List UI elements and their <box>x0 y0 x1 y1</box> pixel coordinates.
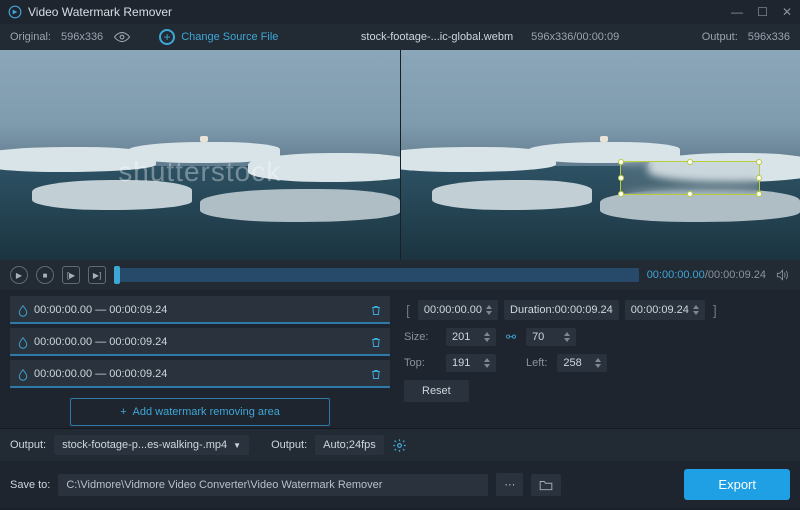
duration-end-input[interactable]: 00:00:09.24 <box>625 300 705 320</box>
bracket-left-icon[interactable]: [ <box>404 302 412 318</box>
preview-original: shutterstock <box>0 50 400 260</box>
stop-button[interactable]: ■ <box>36 266 54 284</box>
handle-top-left[interactable] <box>618 159 624 165</box>
spin-down[interactable] <box>486 311 492 315</box>
output-format-select[interactable]: Auto;24fps <box>315 435 384 455</box>
link-aspect-icon[interactable]: ⚯ <box>506 330 516 344</box>
area-item[interactable]: 00:00:00.00 — 00:00:09.24 <box>10 296 390 324</box>
topbar: Original: 596x336 + Change Source File s… <box>0 24 800 50</box>
spin-down[interactable] <box>595 364 601 368</box>
output-label: Output: <box>702 31 738 43</box>
titlebar: Video Watermark Remover — ☐ ✕ <box>0 0 800 24</box>
duration-length-input[interactable]: Duration:00:00:09.24 <box>504 300 619 320</box>
save-to-label: Save to: <box>10 479 50 491</box>
top-label: Top: <box>404 357 436 369</box>
player-controls: ▶ ■ [▶ ▶] 00:00:00.00/00:00:09.24 <box>0 260 800 290</box>
left-input[interactable]: 258 <box>557 354 607 372</box>
settings-row: 00:00:00.00 — 00:00:09.24 00:00:00.00 — … <box>0 290 800 428</box>
save-row: Save to: C:\Vidmore\Vidmore Video Conver… <box>0 461 800 508</box>
mark-out-button[interactable]: ▶] <box>88 266 106 284</box>
handle-top[interactable] <box>687 159 693 165</box>
handle-bottom[interactable] <box>687 191 693 197</box>
size-label: Size: <box>404 331 436 343</box>
drop-icon <box>18 337 28 347</box>
preview-output[interactable] <box>400 50 800 260</box>
height-input[interactable]: 70 <box>526 328 576 346</box>
size-row: Size: 201 ⚯ 70 <box>404 328 786 346</box>
duration-row: [ 00:00:00.00 Duration:00:00:09.24 00:00… <box>404 300 786 320</box>
spin-up[interactable] <box>486 305 492 309</box>
export-button[interactable]: Export <box>684 469 790 500</box>
spin-up[interactable] <box>693 305 699 309</box>
maximize-button[interactable]: ☐ <box>757 5 768 19</box>
selection-box[interactable] <box>620 161 760 195</box>
reset-button[interactable]: Reset <box>404 380 469 402</box>
area-list: 00:00:00.00 — 00:00:09.24 00:00:00.00 — … <box>10 296 390 426</box>
spin-up[interactable] <box>564 332 570 336</box>
app-logo-icon <box>8 5 22 19</box>
spin-down[interactable] <box>484 364 490 368</box>
duration-start-input[interactable]: 00:00:00.00 <box>418 300 498 320</box>
spin-down[interactable] <box>564 338 570 342</box>
timecode-total: 00:00:09.24 <box>708 269 766 281</box>
app-title: Video Watermark Remover <box>28 5 172 19</box>
output-row: Output: stock-footage-p...es-walking-.mp… <box>0 428 800 461</box>
drop-icon <box>18 369 28 379</box>
drop-icon <box>18 305 28 315</box>
browse-path-button[interactable]: ⋯ <box>496 473 523 496</box>
top-input[interactable]: 191 <box>446 354 496 372</box>
play-button[interactable]: ▶ <box>10 266 28 284</box>
mark-in-button[interactable]: [▶ <box>62 266 80 284</box>
output-filename-input[interactable]: stock-footage-p...es-walking-.mp4 ▼ <box>54 435 249 455</box>
timecode-current: 00:00:00.00 <box>647 269 705 281</box>
delete-area-button[interactable] <box>370 304 382 317</box>
area-params: [ 00:00:00.00 Duration:00:00:09.24 00:00… <box>400 296 790 426</box>
close-button[interactable]: ✕ <box>782 5 792 19</box>
save-path-input[interactable]: C:\Vidmore\Vidmore Video Converter\Video… <box>58 474 488 496</box>
original-label: Original: <box>10 31 51 43</box>
original-dims: 596x336 <box>61 31 103 43</box>
plus-icon: + <box>159 29 175 45</box>
watermark-text: shutterstock <box>118 156 281 188</box>
delete-area-button[interactable] <box>370 336 382 349</box>
output-dims: 596x336 <box>748 31 790 43</box>
output-file-label: Output: <box>10 439 46 451</box>
source-info: 596x336/00:00:09 <box>531 31 619 43</box>
handle-left[interactable] <box>618 175 624 181</box>
add-area-button[interactable]: + Add watermark removing area <box>70 398 330 426</box>
position-row: Top: 191 Left: 258 <box>404 354 786 372</box>
volume-icon[interactable] <box>774 268 790 282</box>
open-folder-button[interactable] <box>531 474 561 496</box>
spin-down[interactable] <box>693 311 699 315</box>
add-area-label: Add watermark removing area <box>133 406 280 418</box>
minimize-button[interactable]: — <box>731 5 743 19</box>
preview-toggle-icon[interactable] <box>113 31 131 43</box>
spin-up[interactable] <box>484 358 490 362</box>
timecode: 00:00:00.00/00:00:09.24 <box>647 269 766 281</box>
spin-up[interactable] <box>595 358 601 362</box>
left-label: Left: <box>526 357 547 369</box>
spin-up[interactable] <box>484 332 490 336</box>
change-source-label: Change Source File <box>181 31 278 43</box>
dropdown-icon[interactable]: ▼ <box>233 441 241 450</box>
area-item[interactable]: 00:00:00.00 — 00:00:09.24 <box>10 360 390 388</box>
preview-row: shutterstock <box>0 50 800 260</box>
timeline-slider[interactable] <box>114 268 639 282</box>
handle-bottom-right[interactable] <box>756 191 762 197</box>
area-item[interactable]: 00:00:00.00 — 00:00:09.24 <box>10 328 390 356</box>
change-source-button[interactable]: + Change Source File <box>159 29 278 45</box>
width-input[interactable]: 201 <box>446 328 496 346</box>
output-settings-icon[interactable] <box>392 438 407 453</box>
plus-icon: + <box>120 406 126 418</box>
timeline-playhead[interactable] <box>114 266 120 284</box>
spin-down[interactable] <box>484 338 490 342</box>
source-filename: stock-footage-...ic-global.webm <box>361 31 513 43</box>
bracket-right-icon[interactable]: ] <box>711 302 719 318</box>
delete-area-button[interactable] <box>370 368 382 381</box>
output-format-label: Output: <box>271 439 307 451</box>
